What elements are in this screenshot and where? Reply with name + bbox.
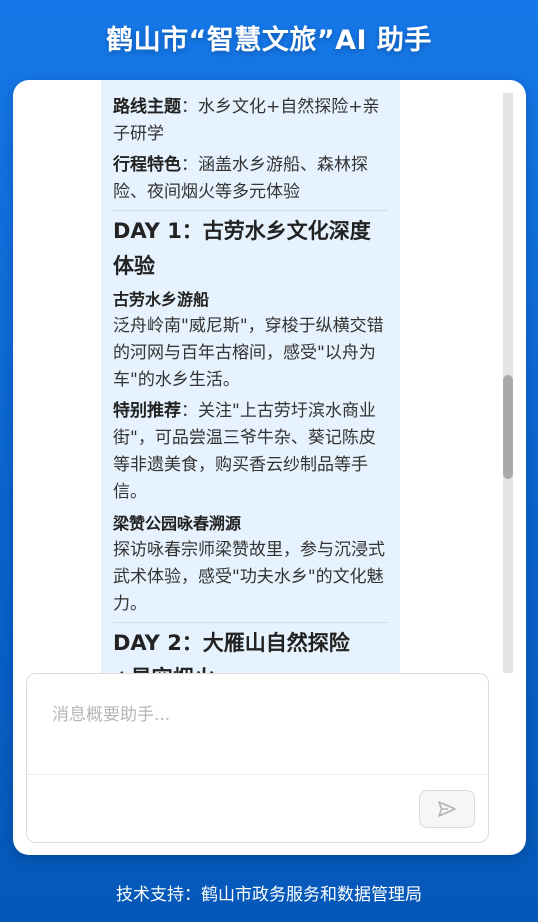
route-theme-label: 路线主题: [113, 97, 181, 117]
day1-special: 特别推荐：关注"上古劳圩滨水商业街"，可品尝温三爷牛杂、葵记陈皮等非遗美食，购买…: [113, 398, 388, 506]
app-title: 鹤山市“智慧文旅”AI 助手: [106, 25, 432, 56]
day1-item1-text: 泛舟岭南"威尼斯"，穿梭于纵横交错的河网与百年古榕间，感受"以舟为车"的水乡生活…: [113, 316, 384, 390]
message-scrollbar[interactable]: [503, 93, 513, 673]
composer-divider: [27, 774, 488, 775]
send-button[interactable]: [419, 790, 475, 828]
chat-panel: 路线主题：水乡文化+自然探险+亲子研学 行程特色：涵盖水乡游船、森林探险、夜间烟…: [13, 80, 526, 855]
route-feature-label: 行程特色: [113, 155, 181, 175]
footer-credit: 技术支持：鹤山市政务服务和数据管理局: [116, 885, 422, 905]
day1-heading: DAY 1：古劳水乡文化深度体验: [113, 210, 388, 284]
message-list[interactable]: 路线主题：水乡文化+自然探险+亲子研学 行程特色：涵盖水乡游船、森林探险、夜间烟…: [13, 80, 526, 673]
route-theme: 路线主题：水乡文化+自然探险+亲子研学: [113, 94, 388, 148]
day1-item1-title: 古劳水乡游船: [113, 290, 210, 309]
day1-special-label: 特别推荐: [113, 401, 181, 421]
clipped-text-line: [113, 80, 388, 90]
assistant-message: 路线主题：水乡文化+自然探险+亲子研学 行程特色：涵盖水乡游船、森林探险、夜间烟…: [101, 80, 400, 673]
day1-item2-title: 梁赞公园咏春溯源: [113, 514, 242, 533]
day2-heading: DAY 2：大雁山自然探险+星空烟火: [113, 622, 388, 673]
day1-item2-text: 探访咏春宗师梁赞故里，参与沉浸式武术体验，感受"功夫水乡"的文化魅力。: [113, 540, 385, 614]
message-input[interactable]: [27, 674, 488, 774]
composer: [26, 673, 489, 843]
scrollbar-thumb[interactable]: [503, 375, 513, 479]
send-icon: [438, 801, 456, 817]
route-feature: 行程特色：涵盖水乡游船、森林探险、夜间烟火等多元体验: [113, 152, 388, 206]
